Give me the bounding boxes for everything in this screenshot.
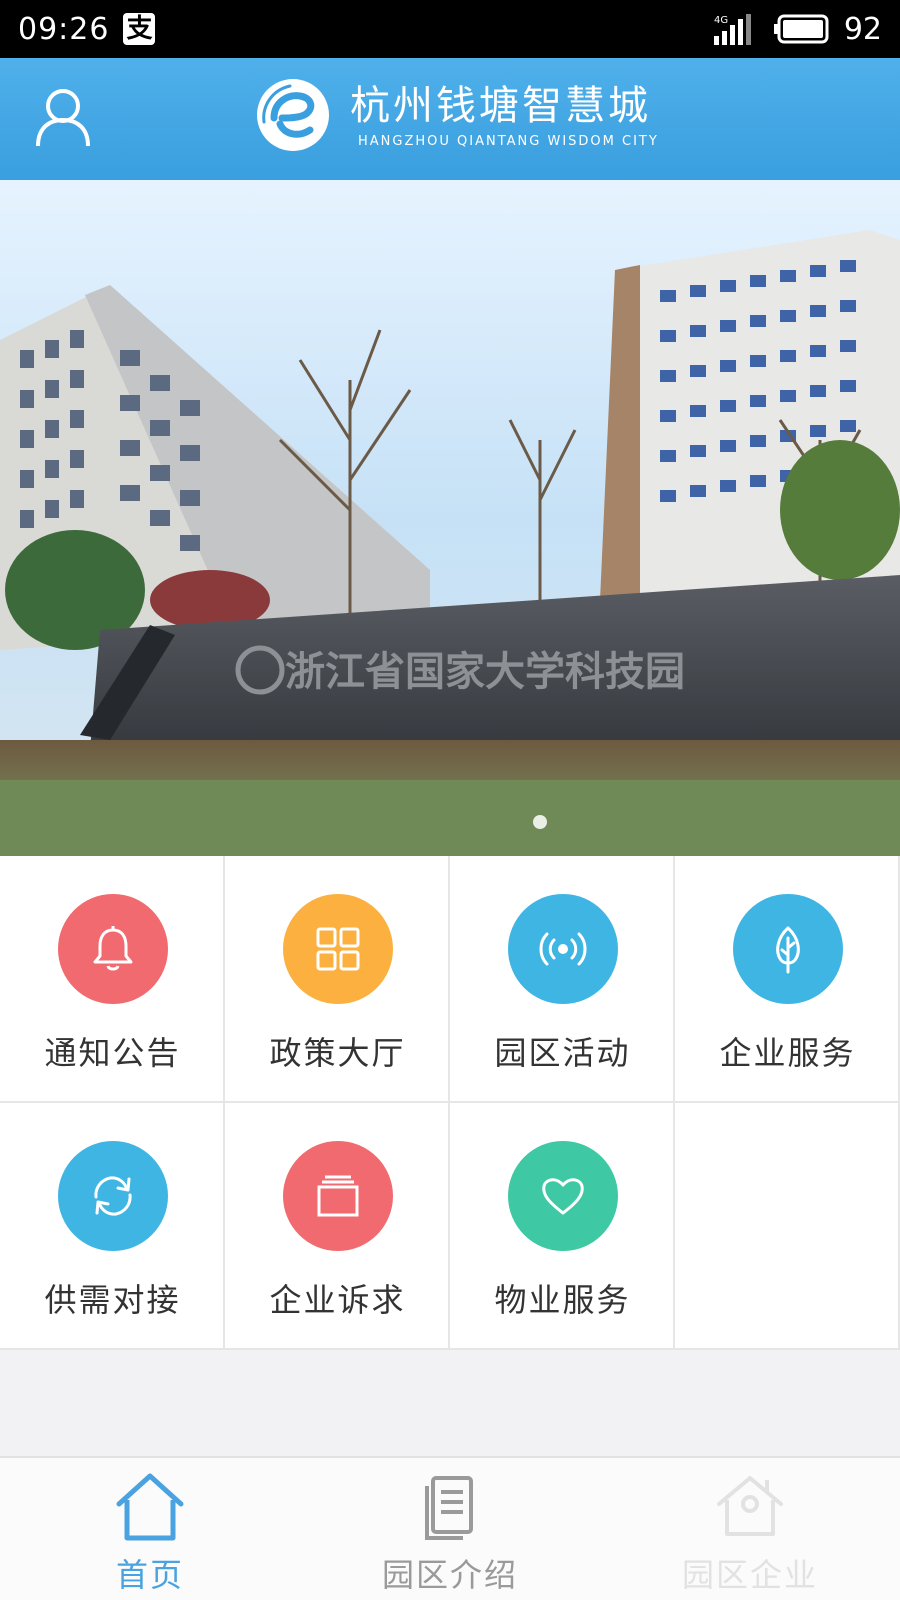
leaf-icon — [776, 926, 800, 974]
logo-e-icon — [257, 79, 329, 151]
home-icon — [116, 1473, 184, 1541]
logo-text: 杭州钱塘智慧城 HANGZHOU QIANTANG WISDOM CITY — [350, 82, 659, 149]
broadcast-icon — [539, 932, 587, 966]
tab-label: 园区企业 — [681, 1556, 818, 1594]
banner-carousel[interactable]: 浙江省国家大学科技园 — [0, 180, 900, 856]
status-right: 4G 92 — [712, 12, 882, 47]
banner-sign-text: 浙江省国家大学科技园 — [285, 650, 685, 694]
menu-item-enterprise-service[interactable]: 企业服务 — [675, 856, 900, 1103]
menu-item-appeals[interactable]: 企业诉求 — [225, 1103, 450, 1350]
menu-item-label: 政策大厅 — [269, 1034, 406, 1072]
menu-item-label: 园区活动 — [494, 1034, 631, 1072]
service-menu-grid: 通知公告 政策大厅 园区活动 企业服务 供需对接 企业诉求 物业服务 — [0, 856, 900, 1350]
appeals-icon-circle — [283, 1141, 393, 1251]
menu-item-activities[interactable]: 园区活动 — [450, 856, 675, 1103]
notice-icon-circle — [58, 894, 168, 1004]
menu-item-label: 企业诉求 — [269, 1281, 406, 1319]
bottom-tab-bar: 首页 园区介绍 园区企业 — [0, 1456, 900, 1600]
banner-image: 浙江省国家大学科技园 — [0, 180, 900, 856]
supply-demand-icon-circle — [58, 1141, 168, 1251]
policy-icon-circle — [283, 894, 393, 1004]
menu-item-label: 通知公告 — [44, 1034, 181, 1072]
menu-item-label: 供需对接 — [44, 1281, 181, 1319]
tab-park-intro[interactable]: 园区介绍 — [300, 1458, 600, 1600]
folder-icon — [317, 1175, 359, 1217]
battery-icon — [773, 14, 829, 44]
grid-icon — [316, 927, 360, 971]
refresh-icon — [94, 1176, 132, 1216]
activities-icon-circle — [508, 894, 618, 1004]
status-time: 09:26 — [18, 11, 110, 47]
menu-item-policy[interactable]: 政策大厅 — [225, 856, 450, 1103]
app-title: 杭州钱塘智慧城 — [350, 82, 651, 129]
status-bar: 09:26 支 4G 92 — [0, 0, 900, 58]
tab-label: 园区介绍 — [381, 1556, 518, 1594]
user-profile-icon[interactable] — [34, 86, 92, 148]
app-logo: 杭州钱塘智慧城 HANGZHOU QIANTANG WISDOM CITY — [254, 76, 659, 154]
menu-item-label: 物业服务 — [494, 1281, 631, 1319]
bell-icon — [93, 926, 133, 971]
tab-home[interactable]: 首页 — [0, 1458, 300, 1600]
status-left: 09:26 支 — [18, 11, 156, 47]
app-header: 杭州钱塘智慧城 HANGZHOU QIANTANG WISDOM CITY — [0, 58, 900, 180]
tab-label: 首页 — [115, 1556, 184, 1594]
menu-item-property[interactable]: 物业服务 — [450, 1103, 675, 1350]
heart-icon — [542, 1178, 584, 1215]
document-icon — [425, 1476, 473, 1540]
house-enterprise-icon — [717, 1476, 783, 1536]
menu-item-empty — [675, 1103, 900, 1350]
menu-item-notice[interactable]: 通知公告 — [0, 856, 225, 1103]
network-type-label: 4G — [714, 15, 728, 26]
carousel-indicator-dot[interactable] — [533, 815, 547, 829]
menu-item-label: 企业服务 — [719, 1034, 856, 1072]
menu-item-supply-demand[interactable]: 供需对接 — [0, 1103, 225, 1350]
enterprise-service-icon-circle — [733, 894, 843, 1004]
tab-park-enterprises[interactable]: 园区企业 — [600, 1458, 900, 1600]
signal-4g-icon: 4G — [713, 14, 751, 45]
app-subtitle: HANGZHOU QIANTANG WISDOM CITY — [358, 133, 659, 149]
property-icon-circle — [508, 1141, 618, 1251]
alipay-notification-icon: 支 — [123, 13, 156, 45]
battery-level: 92 — [843, 11, 882, 47]
